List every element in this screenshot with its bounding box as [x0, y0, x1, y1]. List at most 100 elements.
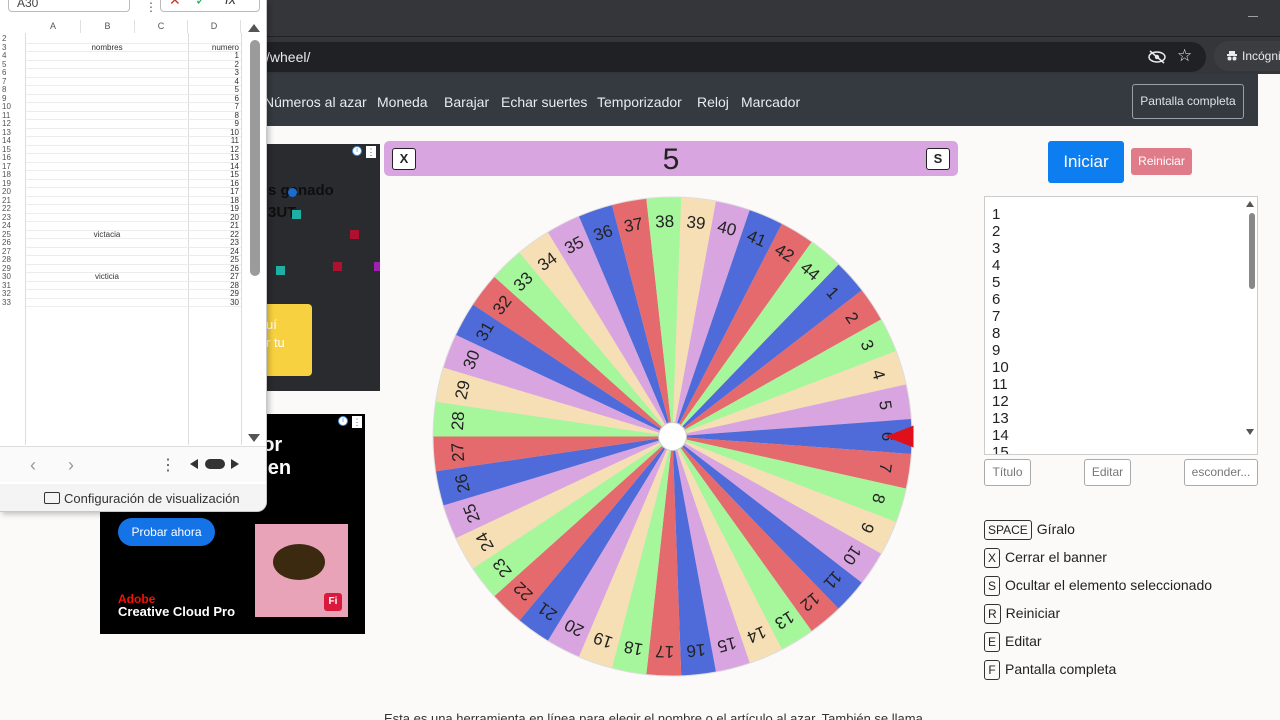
shortcut-label: Cerrar el banner [1005, 549, 1107, 565]
top-navbar: Números al azar Moneda Barajar Echar sue… [248, 74, 1258, 126]
cell-numero[interactable]: 4 [188, 77, 241, 87]
ad-cta-text: uí [266, 317, 277, 332]
hide-selected-button[interactable]: S [926, 148, 950, 170]
more-icon[interactable]: ⋮ [160, 455, 176, 475]
sheet-tab-pill[interactable] [205, 459, 225, 469]
cell-numero[interactable]: 6 [188, 94, 241, 104]
entry-line: 7 [992, 308, 1001, 325]
url-text[interactable]: /wheel/ [266, 49, 310, 65]
function-icon[interactable]: fx [225, 0, 236, 7]
ad-banner-top[interactable]: s ganado 3UT uí r tu i ⋮ [248, 144, 380, 391]
entry-line: 8 [992, 325, 1001, 342]
shortcut-key: R [984, 604, 1001, 624]
nav-link-temporizador[interactable]: Temporizador [597, 94, 682, 110]
cell-numero[interactable]: 7 [188, 102, 241, 112]
more-options-icon[interactable]: ⋮ [145, 0, 157, 14]
name-box[interactable]: A30 [8, 0, 130, 12]
row-number[interactable]: 33 [2, 298, 24, 308]
incognito-label: Incógnito [1242, 49, 1280, 63]
confetti-shape [276, 266, 285, 275]
grid-line [241, 33, 242, 445]
cell-numero[interactable]: 5 [188, 85, 241, 95]
ad-info-icon[interactable]: i [352, 146, 362, 156]
scroll-up-icon[interactable] [248, 24, 260, 32]
wheel-label: 18 [622, 637, 644, 659]
cell-numero[interactable]: numero [188, 43, 241, 53]
scroll-down-icon[interactable] [248, 434, 260, 442]
shortcut-key: SPACE [984, 520, 1032, 540]
shortcut-key: X [984, 548, 1001, 568]
view-settings-label: Configuración de visualización [64, 491, 240, 506]
ad-try-button[interactable]: Probar ahora [118, 518, 215, 546]
scrollbar-thumb[interactable] [1249, 213, 1255, 289]
entries-textarea[interactable]: 1 2 3 4 5 6 7 8 9 10 11 12 13 14 15 [984, 196, 1258, 455]
spin-wheel[interactable]: 1234567891011121314151617181920212223242… [430, 194, 915, 679]
nav-link-reloj[interactable]: Reloj [697, 94, 729, 110]
reset-button[interactable]: Reiniciar [1131, 148, 1192, 175]
wheel-label: 39 [686, 212, 707, 233]
entry-line: 4 [992, 257, 1001, 274]
check-icon[interactable]: ✓ [195, 0, 207, 9]
column-header[interactable]: C [135, 20, 188, 33]
chevron-right-icon[interactable]: › [68, 455, 74, 476]
cancel-icon[interactable]: ✕ [169, 0, 181, 9]
cell-numero[interactable]: 3 [188, 68, 241, 78]
ad-brand-product: Creative Cloud Pro [118, 604, 236, 619]
view-settings-button[interactable]: Configuración de visualización [0, 484, 266, 511]
entry-line: 2 [992, 223, 1001, 240]
shortcut-key: S [984, 576, 1001, 596]
cell-numero[interactable]: 2 [188, 60, 241, 70]
sheet-next-icon[interactable] [231, 459, 239, 469]
chevron-left-icon[interactable]: ‹ [30, 455, 36, 476]
nav-link-barajar[interactable]: Barajar [444, 94, 489, 110]
sheet-scrollbar[interactable] [250, 40, 260, 276]
fullscreen-button[interactable]: Pantalla completa [1132, 84, 1244, 119]
nav-link-moneda[interactable]: Moneda [377, 94, 428, 110]
column-header[interactable]: A [26, 20, 81, 33]
wheel-label: 17 [655, 642, 675, 662]
nav-link-numeros[interactable]: Números al azar [264, 94, 367, 110]
cell-numero[interactable]: 8 [188, 111, 241, 121]
minimize-icon[interactable] [1248, 16, 1258, 17]
eye-off-icon[interactable] [1148, 50, 1166, 64]
cell-numero[interactable]: 30 [188, 298, 241, 308]
title-button[interactable]: Título [984, 459, 1031, 486]
shortcut-label: Ocultar el elemento seleccionado [1005, 577, 1213, 593]
ad-info-icon[interactable]: i [338, 416, 348, 426]
scroll-up-icon[interactable] [1246, 201, 1254, 207]
shortcut-label: Gíralo [1036, 521, 1075, 537]
edit-button[interactable]: Editar [1084, 459, 1131, 486]
entry-line: 10 [992, 359, 1009, 376]
shortcut-f: F Pantalla completa [984, 660, 1116, 680]
cell-nombre[interactable]: victacia [26, 230, 188, 240]
ad-menu-icon[interactable]: ⋮ [366, 146, 376, 158]
sheet-grid[interactable]: A B C D 2 3 nombres numero 4 1 5 2 6 3 7 4 8 5 9 6 10 7 11… [0, 20, 266, 445]
cell-nombre[interactable]: nombres [26, 43, 188, 53]
formula-bar[interactable]: ✕ ✓ fx [160, 0, 260, 12]
selected-banner: X 5 S [384, 141, 958, 176]
ad-image-bee: Fi [255, 524, 348, 617]
entry-line: 15 [992, 444, 1009, 455]
sheet-prev-icon[interactable] [190, 459, 198, 469]
cell-numero[interactable]: 1 [188, 51, 241, 61]
hide-button[interactable]: esconder... [1184, 459, 1258, 486]
entry-line: 1 [992, 206, 1001, 223]
wheel-hub [658, 422, 687, 451]
star-icon[interactable]: ☆ [1177, 47, 1192, 65]
sheet-navigation: ‹ › ⋮ [0, 446, 266, 482]
ad-text: s ganado [268, 182, 334, 199]
nav-link-echar-suertes[interactable]: Echar suertes [501, 94, 587, 110]
start-button[interactable]: Iniciar [1048, 141, 1124, 183]
column-header[interactable]: B [81, 20, 135, 33]
ad-menu-icon[interactable]: ⋮ [352, 416, 362, 428]
incognito-badge[interactable]: Incógnito [1214, 41, 1280, 71]
incognito-icon [1227, 51, 1237, 61]
entry-line: 11 [992, 376, 1008, 393]
shortcut-space: SPACE Gíralo [984, 520, 1075, 540]
monitor-icon [44, 492, 60, 504]
scroll-down-icon[interactable] [1246, 429, 1254, 435]
shortcut-label: Editar [1005, 633, 1042, 649]
cell-nombre[interactable]: victicia [26, 272, 188, 282]
column-header[interactable]: D [188, 20, 241, 33]
nav-link-marcador[interactable]: Marcador [741, 94, 800, 110]
